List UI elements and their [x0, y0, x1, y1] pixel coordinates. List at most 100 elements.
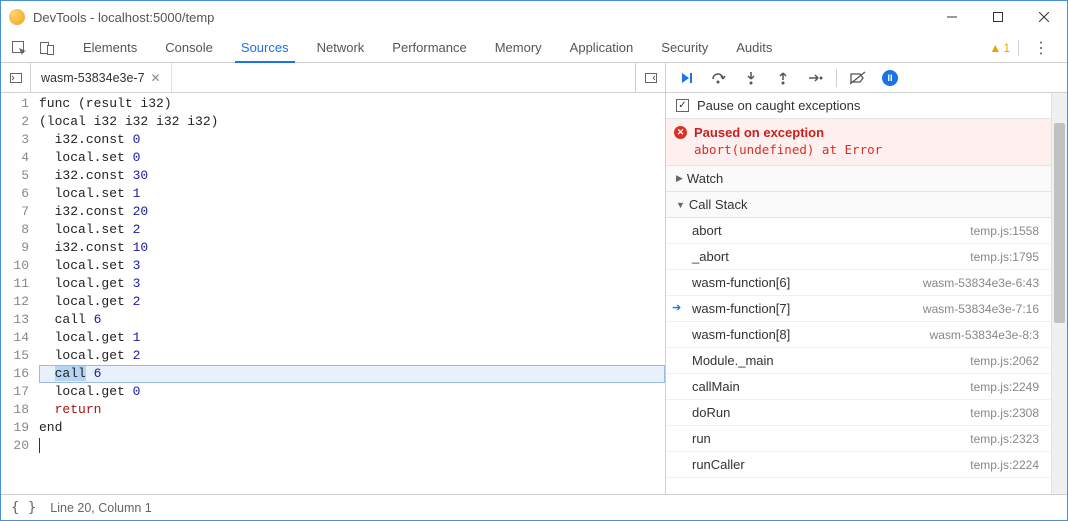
resume-button[interactable]: [672, 66, 702, 90]
scrollbar[interactable]: [1051, 93, 1067, 494]
frame-location: wasm-53834e3e-6:43: [923, 276, 1039, 290]
frame-function: abort: [692, 223, 970, 238]
inspect-element-icon[interactable]: [5, 33, 33, 62]
code-line[interactable]: i32.const 10: [39, 239, 665, 257]
code-line[interactable]: [39, 437, 665, 455]
close-button[interactable]: [1021, 1, 1067, 33]
pause-icon: II: [882, 70, 898, 86]
status-bar: { } Line 20, Column 1: [1, 494, 1067, 520]
step-over-button[interactable]: [704, 66, 734, 90]
callstack-frame[interactable]: runtemp.js:2323: [666, 426, 1051, 452]
callstack-section-header[interactable]: ▼ Call Stack: [666, 192, 1051, 218]
file-tab-name: wasm-53834e3e-7: [41, 71, 145, 85]
callstack-frame[interactable]: callMaintemp.js:2249: [666, 374, 1051, 400]
frame-function: doRun: [692, 405, 970, 420]
tab-network[interactable]: Network: [303, 33, 379, 62]
tab-audits[interactable]: Audits: [722, 33, 786, 62]
frame-function: Module._main: [692, 353, 970, 368]
callstack-frame[interactable]: _aborttemp.js:1795: [666, 244, 1051, 270]
warning-count: 1: [1003, 41, 1010, 55]
warning-icon: ▲: [989, 41, 1001, 55]
code-line[interactable]: call 6: [39, 365, 665, 383]
callstack-frame[interactable]: runCallertemp.js:2224: [666, 452, 1051, 478]
tab-performance[interactable]: Performance: [378, 33, 480, 62]
maximize-button[interactable]: [975, 1, 1021, 33]
frame-function: wasm-function[8]: [692, 327, 930, 342]
code-line[interactable]: return: [39, 401, 665, 419]
tab-security[interactable]: Security: [647, 33, 722, 62]
watch-section-header[interactable]: ▶ Watch: [666, 166, 1051, 192]
code-line[interactable]: call 6: [39, 311, 665, 329]
pretty-print-icon[interactable]: { }: [11, 500, 36, 516]
tab-elements[interactable]: Elements: [69, 33, 151, 62]
code-line[interactable]: local.get 2: [39, 293, 665, 311]
tab-sources[interactable]: Sources: [227, 33, 303, 62]
code-line[interactable]: local.set 0: [39, 149, 665, 167]
code-line[interactable]: local.set 1: [39, 185, 665, 203]
paused-heading: Paused on exception: [694, 125, 1039, 140]
step-into-button[interactable]: [736, 66, 766, 90]
pause-on-exceptions-button[interactable]: II: [875, 66, 905, 90]
window-titlebar: DevTools - localhost:5000/temp: [1, 1, 1067, 33]
scrollbar-thumb[interactable]: [1054, 123, 1065, 323]
callstack-frame[interactable]: wasm-function[7]wasm-53834e3e-7:16: [666, 296, 1051, 322]
window-title: DevTools - localhost:5000/temp: [33, 10, 214, 25]
devtools-logo-icon: [9, 9, 25, 25]
code-lines[interactable]: func (result i32)(local i32 i32 i32 i32)…: [35, 93, 665, 494]
code-line[interactable]: local.get 3: [39, 275, 665, 293]
callstack-frame[interactable]: wasm-function[8]wasm-53834e3e-8:3: [666, 322, 1051, 348]
callstack-frame[interactable]: Module._maintemp.js:2062: [666, 348, 1051, 374]
watch-label: Watch: [687, 171, 723, 186]
tab-console[interactable]: Console: [151, 33, 227, 62]
code-line[interactable]: i32.const 30: [39, 167, 665, 185]
callstack-list: aborttemp.js:1558_aborttemp.js:1795wasm-…: [666, 218, 1051, 478]
device-toolbar-icon[interactable]: [33, 33, 61, 62]
minimize-button[interactable]: [929, 1, 975, 33]
frame-location: wasm-53834e3e-8:3: [930, 328, 1039, 342]
code-line[interactable]: i32.const 20: [39, 203, 665, 221]
frame-function: wasm-function[7]: [692, 301, 923, 316]
chevron-right-icon: ▶: [676, 173, 683, 184]
frame-function: wasm-function[6]: [692, 275, 923, 290]
paused-banner: ✕ Paused on exception abort(undefined) a…: [666, 119, 1051, 166]
deactivate-breakpoints-button[interactable]: [843, 66, 873, 90]
code-line[interactable]: i32.const 0: [39, 131, 665, 149]
frame-location: wasm-53834e3e-7:16: [923, 302, 1039, 316]
code-line[interactable]: (local i32 i32 i32 i32): [39, 113, 665, 131]
pause-on-caught-label: Pause on caught exceptions: [697, 98, 860, 113]
sub-toolbar: wasm-53834e3e-7 ✕ II: [1, 63, 1067, 93]
frame-function: callMain: [692, 379, 970, 394]
line-gutter: 1234567891011121314151617181920: [1, 93, 35, 494]
debugger-sidebar-toggle-icon[interactable]: [635, 63, 665, 92]
callstack-label: Call Stack: [689, 197, 748, 212]
main-tabs: ElementsConsoleSourcesNetworkPerformance…: [1, 33, 1067, 63]
code-editor[interactable]: 1234567891011121314151617181920 func (re…: [1, 93, 665, 494]
callstack-frame[interactable]: aborttemp.js:1558: [666, 218, 1051, 244]
code-line[interactable]: local.get 2: [39, 347, 665, 365]
step-out-button[interactable]: [768, 66, 798, 90]
navigator-toggle-icon[interactable]: [1, 63, 31, 92]
code-line[interactable]: local.get 1: [39, 329, 665, 347]
code-line[interactable]: func (result i32): [39, 95, 665, 113]
callstack-frame[interactable]: wasm-function[6]wasm-53834e3e-6:43: [666, 270, 1051, 296]
callstack-frame[interactable]: doRuntemp.js:2308: [666, 400, 1051, 426]
warning-badge[interactable]: ▲ 1: [989, 41, 1010, 55]
code-line[interactable]: local.get 0: [39, 383, 665, 401]
step-button[interactable]: [800, 66, 830, 90]
code-line[interactable]: local.set 2: [39, 221, 665, 239]
frame-location: temp.js:2249: [970, 380, 1039, 394]
pause-on-caught-row[interactable]: ✓ Pause on caught exceptions: [666, 93, 1051, 118]
tab-memory[interactable]: Memory: [481, 33, 556, 62]
frame-location: temp.js:1795: [970, 250, 1039, 264]
checkbox-icon[interactable]: ✓: [676, 99, 689, 112]
code-line[interactable]: end: [39, 419, 665, 437]
close-icon[interactable]: ✕: [151, 71, 161, 85]
chevron-down-icon: ▼: [676, 200, 685, 210]
tab-application[interactable]: Application: [556, 33, 648, 62]
editor-pane: 1234567891011121314151617181920 func (re…: [1, 93, 666, 494]
code-line[interactable]: local.set 3: [39, 257, 665, 275]
file-tab[interactable]: wasm-53834e3e-7 ✕: [31, 63, 172, 92]
frame-location: temp.js:2224: [970, 458, 1039, 472]
more-menu-icon[interactable]: ⋮: [1027, 38, 1055, 58]
frame-function: run: [692, 431, 970, 446]
